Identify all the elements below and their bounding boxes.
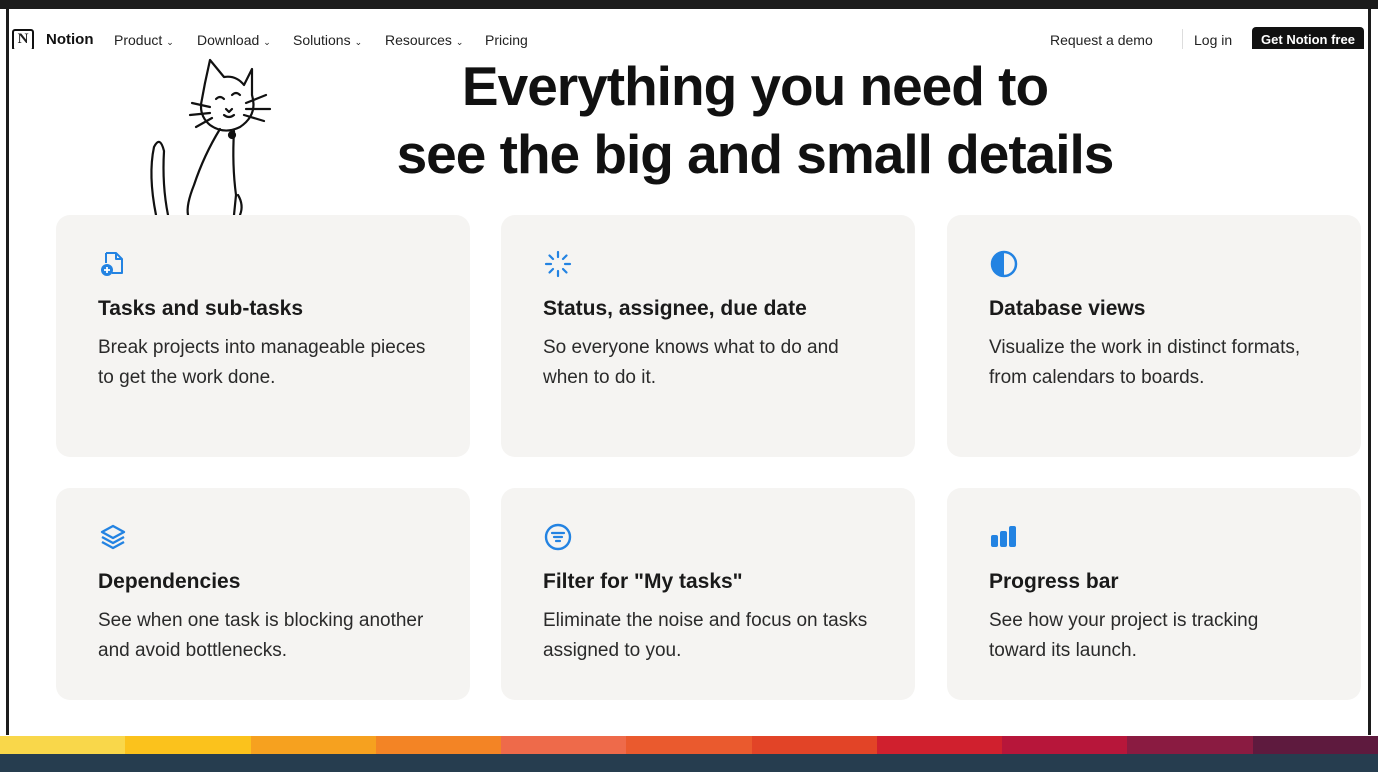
loading-spinner-icon <box>544 250 572 278</box>
chevron-down-icon: ⌄ <box>263 37 271 47</box>
feature-card-dependencies: Dependencies See when one task is blocki… <box>56 488 470 700</box>
footer-stripe-segment <box>626 736 753 754</box>
card-description: See when one task is blocking another an… <box>98 610 424 661</box>
nav-item-download[interactable]: Download ⌄ <box>197 32 271 48</box>
request-demo-link[interactable]: Request a demo <box>1050 32 1153 48</box>
cat-illustration <box>150 58 272 217</box>
nav-item-solutions[interactable]: Solutions ⌄ <box>293 32 362 48</box>
brand-name[interactable]: Notion <box>46 31 93 48</box>
nav-item-product[interactable]: Product ⌄ <box>114 32 174 48</box>
footer-stripe-segment <box>1252 736 1378 754</box>
chevron-down-icon: ⌄ <box>354 37 363 47</box>
footer-stripe-segment <box>1127 736 1254 754</box>
filter-icon <box>544 523 572 551</box>
bar-chart-icon <box>991 526 1016 547</box>
headline-line-1: Everything you need to <box>461 55 1049 117</box>
card-title: Progress bar <box>989 570 1119 593</box>
page-headline: Everything you need to see the big and s… <box>330 52 1180 188</box>
card-description: Visualize the work in distinct formats, … <box>989 337 1301 388</box>
slide-frame-top <box>0 0 1378 9</box>
chevron-down-icon: ⌄ <box>455 37 464 47</box>
card-description: Eliminate the noise and focus on tasks a… <box>543 610 868 661</box>
footer-stripe-segment <box>876 736 1003 754</box>
feature-card-tasks: Tasks and sub-tasks Break projects into … <box>56 215 470 457</box>
chevron-down-icon: ⌄ <box>166 37 174 47</box>
slide-frame-left <box>6 0 9 735</box>
get-notion-free-button[interactable]: Get Notion free <box>1252 27 1364 49</box>
top-nav: N Notion Product ⌄ Download ⌄ Solutions ⌄ R… <box>10 9 1366 49</box>
card-title: Tasks and sub-tasks <box>98 297 304 320</box>
login-link[interactable]: Log in <box>1194 32 1232 48</box>
footer-stripe-segment <box>250 736 377 754</box>
card-title: Database views <box>989 297 1146 320</box>
footer-bar <box>0 754 1378 772</box>
card-title: Status, assignee, due date <box>543 297 807 320</box>
document-plus-icon <box>101 252 123 276</box>
nav-item-pricing[interactable]: Pricing <box>485 32 528 48</box>
footer-stripe-segment <box>751 736 878 754</box>
footer-stripe-segment <box>0 736 126 754</box>
feature-card-progress-bar: Progress bar See how your project is tra… <box>947 488 1361 700</box>
slide-frame-right <box>1368 0 1371 735</box>
feature-card-status: Status, assignee, due date So everyone k… <box>501 215 915 457</box>
card-description: See how your project is tracking toward … <box>989 610 1259 661</box>
feature-card-database-views: Database views Visualize the work in dis… <box>947 215 1361 457</box>
footer-stripe-segment <box>125 736 252 754</box>
footer-stripe-segment <box>375 736 502 754</box>
half-circle-icon <box>990 250 1018 278</box>
card-title: Filter for "My tasks" <box>543 570 743 593</box>
feature-card-filter: Filter for "My tasks" Eliminate the nois… <box>501 488 915 700</box>
footer-stripe-segment <box>1002 736 1129 754</box>
layers-icon <box>100 524 126 550</box>
card-description: So everyone knows what to do and when to… <box>543 337 839 388</box>
card-description: Break projects into manageable pieces to… <box>98 337 426 388</box>
footer-stripe-segment <box>501 736 628 754</box>
nav-item-resources[interactable]: Resources ⌄ <box>385 32 463 48</box>
card-title: Dependencies <box>98 570 241 593</box>
nav-divider <box>1182 29 1183 49</box>
headline-line-2: see the big and small details <box>396 123 1115 185</box>
notion-logo-icon[interactable]: N <box>12 29 34 49</box>
